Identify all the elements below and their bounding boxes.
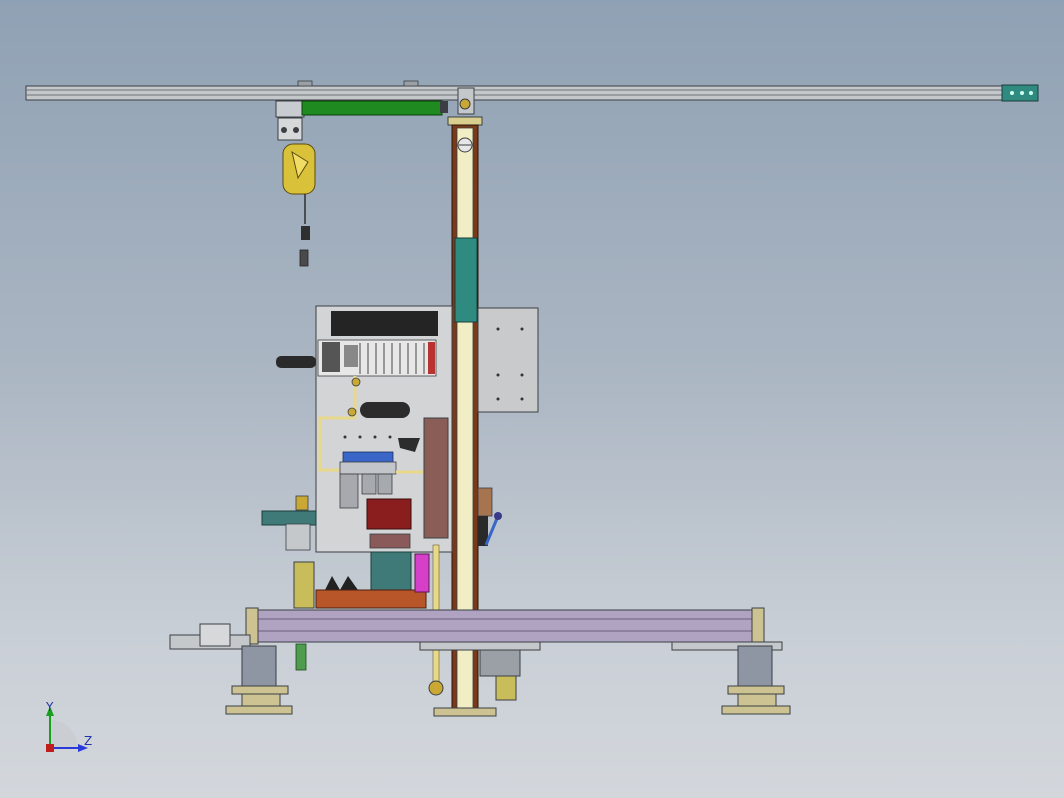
triad-y-label: Y (46, 700, 54, 714)
overhead-rail (25, 80, 1039, 102)
left-fixture (261, 495, 317, 671)
cad-model-viewport[interactable] (0, 0, 1064, 798)
spring-balancer (277, 117, 316, 267)
triad-z-label: Z (84, 734, 93, 748)
electrical-cabinet (477, 307, 539, 413)
linear-actuator (275, 100, 448, 118)
